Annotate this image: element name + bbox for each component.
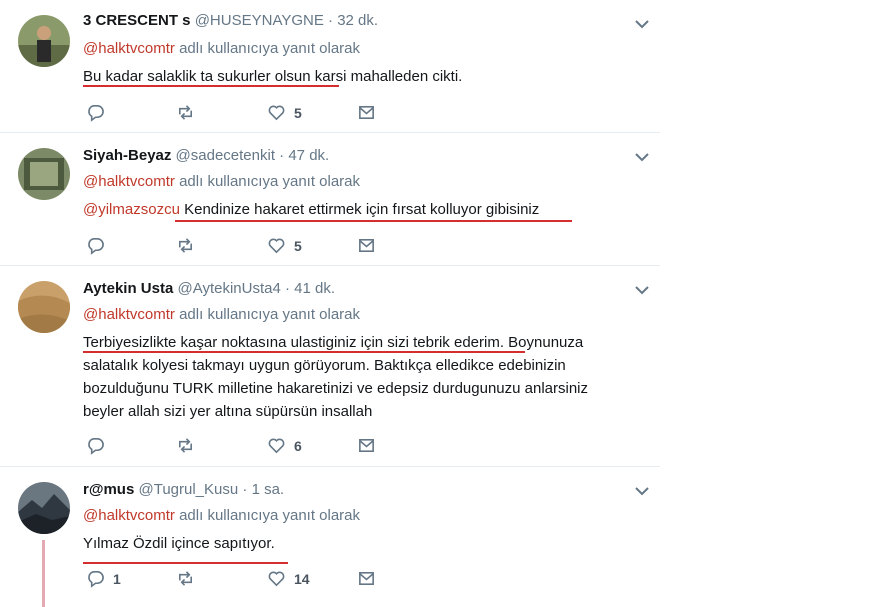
reply-count: 1 xyxy=(113,570,121,587)
chevron-down-icon[interactable] xyxy=(634,485,650,497)
retweet-action[interactable] xyxy=(176,236,203,255)
retweet-icon xyxy=(178,438,193,453)
retweet-action[interactable] xyxy=(176,569,203,588)
reply-context-label: adlı kullanıcıya yanıt olarak xyxy=(174,507,361,524)
avatar[interactable] xyxy=(18,15,70,67)
retweet-icon xyxy=(178,571,193,586)
timestamp[interactable]: 41 dk. xyxy=(294,280,335,297)
direct-message-action[interactable] xyxy=(357,436,376,455)
user-handle[interactable]: @HUSEYNAYGNE xyxy=(195,12,324,29)
tweet[interactable]: Aytekin Usta @AytekinUsta4 · 41 dk. @hal… xyxy=(0,266,660,467)
reply-context: @halktvcomtr adlı kullanıcıya yanıt olar… xyxy=(83,40,360,57)
heart-icon xyxy=(268,238,285,254)
heart-icon xyxy=(268,105,285,121)
envelope-icon xyxy=(359,238,374,253)
tweet-feed: 3 CRESCENT s @HUSEYNAYGNE · 32 dk. @halk… xyxy=(0,0,660,607)
red-underline-annotation xyxy=(83,351,525,353)
user-handle[interactable]: @sadecetenkit xyxy=(176,147,275,164)
direct-message-action[interactable] xyxy=(357,103,376,122)
tweet[interactable]: Siyah-Beyaz @sadecetenkit · 47 dk. @halk… xyxy=(0,133,660,266)
tweet-header: 3 CRESCENT s @HUSEYNAYGNE · 32 dk. xyxy=(83,12,378,29)
text-mention-link[interactable]: @yilmazsozcu xyxy=(83,201,180,218)
separator-dot: · xyxy=(279,147,285,164)
envelope-icon xyxy=(359,105,374,120)
retweet-action[interactable] xyxy=(176,103,203,122)
reply-context-label: adlı kullanıcıya yanıt olarak xyxy=(174,306,361,323)
display-name[interactable]: r@mus xyxy=(83,481,134,498)
envelope-icon xyxy=(359,571,374,586)
chevron-down-icon[interactable] xyxy=(634,151,650,163)
display-name[interactable]: Aytekin Usta xyxy=(83,280,173,297)
display-name[interactable]: 3 CRESCENT s xyxy=(83,12,191,29)
heart-icon xyxy=(268,571,285,587)
tweet[interactable]: 3 CRESCENT s @HUSEYNAYGNE · 32 dk. @halk… xyxy=(0,0,660,133)
like-count: 5 xyxy=(294,104,302,121)
avatar[interactable] xyxy=(18,482,70,534)
tweet-header: Siyah-Beyaz @sadecetenkit · 47 dk. xyxy=(83,147,329,164)
like-action[interactable]: 14 xyxy=(267,569,310,588)
separator-dot: · xyxy=(285,280,290,297)
reply-icon xyxy=(88,438,104,455)
timestamp[interactable]: 47 dk. xyxy=(288,147,329,164)
tweet-text-content: Kendinize hakaret ettirmek için fırsat k… xyxy=(184,201,540,218)
user-handle[interactable]: @AytekinUsta4 xyxy=(177,280,280,297)
tweet-header: Aytekin Usta @AytekinUsta4 · 41 dk. xyxy=(83,280,335,297)
reply-mention-link[interactable]: @halktvcomtr xyxy=(83,507,175,524)
display-name[interactable]: Siyah-Beyaz xyxy=(83,147,171,164)
like-count: 14 xyxy=(294,570,310,587)
reply-action[interactable] xyxy=(86,236,113,255)
chevron-down-icon[interactable] xyxy=(634,18,650,30)
tweet-text-line: salatalık kolyesi takmayı uygun görüyoru… xyxy=(83,357,566,374)
like-count: 6 xyxy=(294,437,302,454)
like-action[interactable]: 5 xyxy=(267,236,302,255)
red-underline-annotation xyxy=(175,220,572,222)
user-handle[interactable]: @Tugrul_Kusu xyxy=(138,481,238,498)
reply-action[interactable]: 1 xyxy=(86,569,121,588)
reply-context: @halktvcomtr adlı kullanıcıya yanıt olar… xyxy=(83,507,360,524)
reply-context-label: adlı kullanıcıya yanıt olarak xyxy=(174,40,361,57)
reply-action[interactable] xyxy=(86,436,113,455)
retweet-action[interactable] xyxy=(176,436,203,455)
thread-line xyxy=(42,540,45,607)
tweet-text-line: bozulduğunu TURK milletine hakaretinizi … xyxy=(83,380,589,397)
avatar[interactable] xyxy=(18,148,70,200)
separator-dot: · xyxy=(242,481,248,498)
red-underline-annotation xyxy=(83,85,339,87)
reply-icon xyxy=(88,105,104,122)
separator-dot: · xyxy=(328,12,334,29)
retweet-icon xyxy=(178,105,193,120)
like-count: 5 xyxy=(294,237,302,254)
red-underline-annotation xyxy=(83,562,288,564)
like-action[interactable]: 6 xyxy=(267,436,302,455)
retweet-icon xyxy=(178,238,193,253)
tweet-text: @yilmazsozcu Kendinize hakaret ettirmek … xyxy=(83,198,643,221)
heart-icon xyxy=(268,438,285,454)
reply-mention-link[interactable]: @halktvcomtr xyxy=(83,173,175,190)
reply-mention-link[interactable]: @halktvcomtr xyxy=(83,40,175,57)
reply-context: @halktvcomtr adlı kullanıcıya yanıt olar… xyxy=(83,173,360,190)
direct-message-action[interactable] xyxy=(357,569,376,588)
tweet[interactable]: r@mus @Tugrul_Kusu · 1 sa. @halktvcomtr … xyxy=(0,467,660,607)
reply-context: @halktvcomtr adlı kullanıcıya yanıt olar… xyxy=(83,306,360,323)
tweet-header: r@mus @Tugrul_Kusu · 1 sa. xyxy=(83,481,284,498)
timestamp[interactable]: 1 sa. xyxy=(252,481,285,498)
reply-context-label: adlı kullanıcıya yanıt olarak xyxy=(174,173,361,190)
envelope-icon xyxy=(359,438,374,453)
reply-icon xyxy=(88,238,104,255)
avatar[interactable] xyxy=(18,281,70,333)
tweet-text: Yılmaz Özdil içince sapıtıyor. xyxy=(83,535,275,552)
reply-mention-link[interactable]: @halktvcomtr xyxy=(83,306,175,323)
reply-action[interactable] xyxy=(86,103,113,122)
like-action[interactable]: 5 xyxy=(267,103,302,122)
reply-icon xyxy=(88,571,104,588)
chevron-down-icon[interactable] xyxy=(634,284,650,296)
tweet-text: Terbiyesizlikte kaşar noktasına ulastigi… xyxy=(83,331,643,423)
direct-message-action[interactable] xyxy=(357,236,376,255)
tweet-text-line: beyler allah sizi yer altına süpürsün in… xyxy=(83,403,373,420)
timestamp[interactable]: 32 dk. xyxy=(337,12,378,29)
